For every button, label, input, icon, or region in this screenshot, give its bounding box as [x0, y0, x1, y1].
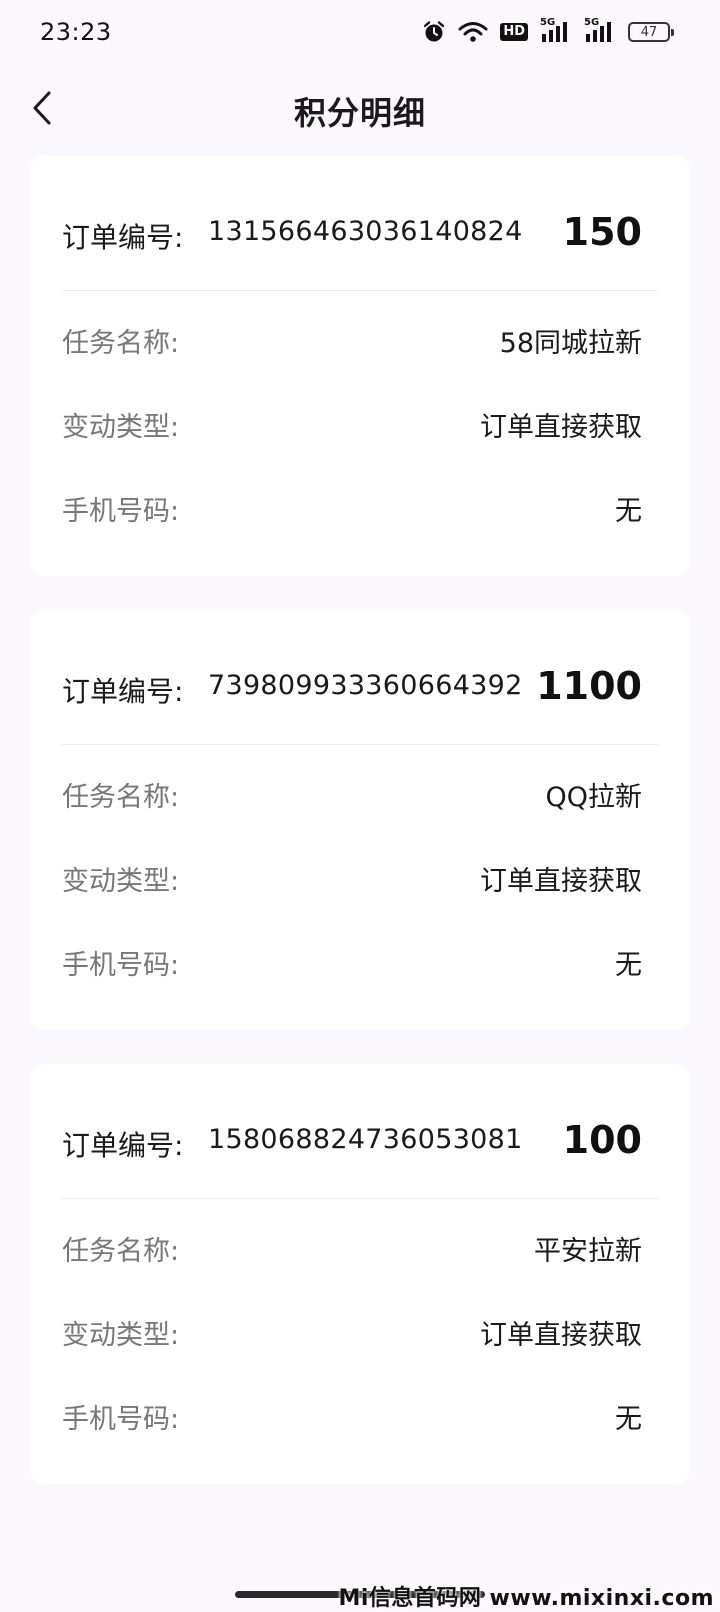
- alarm-icon: [422, 20, 446, 44]
- phone-label: 手机号码:: [62, 950, 180, 981]
- points-record-card[interactable]: 订单编号: 1580688247360530​81 100 任务名称: 平安拉新…: [30, 1064, 690, 1484]
- card-header: 订单编号: 739809933360664392 1100: [62, 610, 658, 745]
- change-type-value: 订单直接获取: [480, 1320, 642, 1351]
- page-title: 积分明细: [293, 94, 426, 132]
- battery-icon: 47: [628, 22, 674, 42]
- change-type-row: 变动类型: 订单直接获取: [62, 379, 642, 463]
- signal-icon: 5G: [584, 17, 616, 44]
- order-number-label: 订单编号:: [62, 675, 184, 708]
- task-name-label: 任务名称:: [62, 328, 180, 359]
- nav-bar: 积分明细: [0, 64, 720, 156]
- wifi-icon: [458, 21, 488, 43]
- task-name-row: 任务名称: QQ拉新: [62, 749, 642, 833]
- phone-label: 手机号码:: [62, 1404, 180, 1435]
- status-bar: 23:23 HD 5G 5G 47: [0, 0, 720, 64]
- card-details: 任务名称: 58同城拉新 变动类型: 订单直接获取 手机号码: 无: [30, 291, 690, 547]
- points-record-card[interactable]: 订单编号: 739809933360664392 1100 任务名称: QQ拉新…: [30, 610, 690, 1030]
- card-header: 订单编号: 1580688247360530​81 100: [62, 1064, 658, 1199]
- signal-icon: 5G: [540, 17, 572, 44]
- task-name-value: QQ拉新: [545, 782, 642, 813]
- order-number-value: 1580688247360530​81: [208, 1124, 523, 1155]
- phone-label: 手机号码:: [62, 496, 180, 527]
- phone-value: 无: [615, 496, 642, 527]
- change-type-label: 变动类型:: [62, 866, 180, 897]
- card-details: 任务名称: 平安拉新 变动类型: 订单直接获取 手机号码: 无: [30, 1199, 690, 1455]
- task-name-row: 任务名称: 58同城拉新: [62, 295, 642, 379]
- change-type-value: 订单直接获取: [480, 866, 642, 897]
- status-time: 23:23: [40, 18, 112, 46]
- status-icons: HD 5G 5G 47: [422, 17, 674, 46]
- order-number-value: 1315664630361408​24: [208, 216, 523, 247]
- order-number-label: 订单编号:: [62, 1129, 184, 1162]
- screen: 23:23 HD 5G 5G 47 积分明细 订单编号: 13156646303…: [0, 0, 720, 1612]
- task-name-label: 任务名称:: [62, 782, 180, 813]
- phone-row: 手机号码: 无: [62, 463, 642, 547]
- points-record-list: 订单编号: 1315664630361408​24 150 任务名称: 58同城…: [30, 156, 690, 1518]
- battery-level: 47: [640, 24, 658, 40]
- phone-value: 无: [615, 950, 642, 981]
- order-number-value: 739809933360664392: [208, 670, 523, 701]
- task-name-label: 任务名称:: [62, 1236, 180, 1267]
- points-value: 100: [562, 1118, 642, 1162]
- card-details: 任务名称: QQ拉新 变动类型: 订单直接获取 手机号码: 无: [30, 745, 690, 1001]
- order-number-label: 订单编号:: [62, 221, 184, 254]
- change-type-label: 变动类型:: [62, 1320, 180, 1351]
- change-type-row: 变动类型: 订单直接获取: [62, 833, 642, 917]
- change-type-value: 订单直接获取: [480, 412, 642, 443]
- phone-row: 手机号码: 无: [62, 917, 642, 1001]
- change-type-row: 变动类型: 订单直接获取: [62, 1287, 642, 1371]
- points-value: 150: [562, 210, 642, 254]
- change-type-label: 变动类型:: [62, 412, 180, 443]
- phone-row: 手机号码: 无: [62, 1371, 642, 1455]
- phone-value: 无: [615, 1404, 642, 1435]
- task-name-row: 任务名称: 平安拉新: [62, 1203, 642, 1287]
- task-name-value: 平安拉新: [534, 1236, 642, 1267]
- points-record-card[interactable]: 订单编号: 1315664630361408​24 150 任务名称: 58同城…: [30, 156, 690, 576]
- watermark-text: Mi信息首码网 www.mixinxi.com: [338, 1586, 714, 1611]
- card-header: 订单编号: 1315664630361408​24 150: [62, 156, 658, 291]
- hd-icon: HD: [500, 23, 528, 41]
- task-name-value: 58同城拉新: [499, 328, 642, 359]
- points-value: 1100: [536, 664, 642, 708]
